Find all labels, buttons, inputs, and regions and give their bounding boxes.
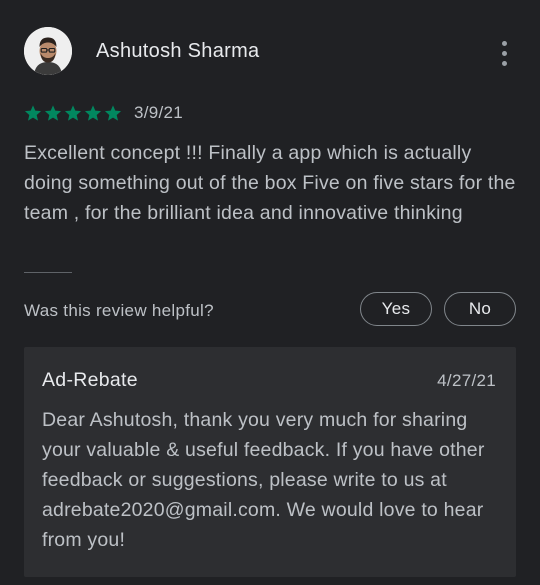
avatar[interactable]	[24, 27, 72, 75]
review-card: Ashutosh Sharma 3/9/21 Excellent concept…	[0, 0, 540, 585]
developer-reply: Ad-Rebate 4/27/21 Dear Ashutosh, thank y…	[24, 347, 516, 577]
author-name: Ashutosh Sharma	[96, 40, 260, 62]
helpful-no-button[interactable]: No	[444, 292, 516, 326]
developer-reply-date: 4/27/21	[437, 371, 496, 390]
avatar-image	[24, 27, 72, 75]
helpful-row: Was this review helpful? Yes No	[24, 292, 516, 330]
more-dot	[501, 50, 507, 56]
helpful-question: Was this review helpful?	[24, 301, 214, 320]
review-text: Excellent concept !!! Finally a app whic…	[24, 142, 516, 224]
developer-reply-text: Dear Ashutosh, thank you very much for s…	[42, 409, 485, 551]
star-icon	[64, 105, 82, 121]
review-date: 3/9/21	[134, 103, 184, 122]
review-header: Ashutosh Sharma	[24, 27, 516, 77]
rating-row: 3/9/21	[24, 103, 183, 123]
star-icon	[104, 105, 122, 121]
star-icon	[84, 105, 102, 121]
more-dot	[501, 40, 507, 46]
helpful-yes-button[interactable]: Yes	[360, 292, 432, 326]
divider	[24, 272, 72, 273]
more-dot	[501, 60, 507, 66]
star-rating	[24, 104, 122, 122]
developer-name: Ad-Rebate	[42, 369, 138, 391]
star-icon	[44, 105, 62, 121]
more-vertical-icon[interactable]	[494, 37, 514, 69]
star-icon	[24, 105, 42, 121]
